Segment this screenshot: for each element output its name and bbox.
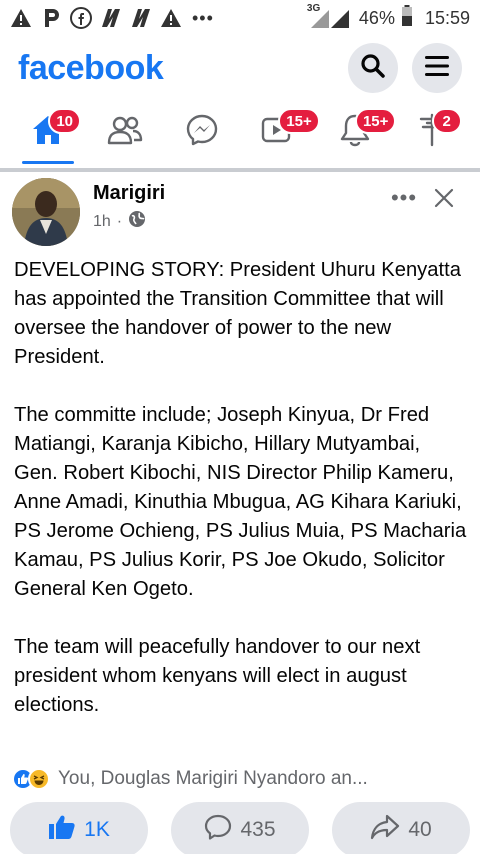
post-time[interactable]: 1h	[93, 213, 111, 231]
avatar[interactable]	[12, 178, 80, 246]
reaction-icons	[12, 768, 50, 790]
tab-friends[interactable]	[95, 104, 155, 160]
watch-badge: 15+	[278, 108, 320, 134]
post-header: Marigiri 1h · •••	[0, 172, 480, 250]
news-icon	[100, 7, 122, 29]
tab-messenger[interactable]	[172, 104, 232, 160]
network-type: 3G	[306, 3, 321, 14]
close-icon	[434, 188, 454, 208]
menu-icon	[424, 55, 450, 82]
post-paragraph: The committe include; Joseph Kinyua, Dr …	[14, 404, 467, 600]
notifications-badge: 15+	[354, 108, 397, 134]
comment-button[interactable]: 435	[171, 802, 309, 854]
tab-marketplace[interactable]: 2	[402, 104, 462, 160]
globe-icon	[128, 210, 146, 233]
facebook-icon	[70, 7, 92, 29]
share-icon	[370, 814, 400, 846]
post-actions: 1K 435 40	[10, 802, 470, 854]
home-badge: 10	[48, 108, 82, 134]
share-button[interactable]: 40	[332, 802, 470, 854]
post-paragraph: The team will peacefully handover to our…	[14, 636, 421, 716]
clock: 15:59	[424, 7, 470, 28]
search-button[interactable]	[348, 43, 398, 93]
like-count: 1K	[84, 818, 110, 841]
marketplace-badge: 2	[431, 108, 462, 134]
app-header: facebook	[0, 36, 480, 100]
reactors-text: You, Douglas Marigiri Nyandoro an...	[58, 768, 368, 789]
tab-notifications[interactable]: 15+	[325, 104, 397, 160]
hide-post-button[interactable]	[432, 186, 456, 210]
signal-icon: 3G	[307, 3, 353, 29]
search-icon	[360, 53, 386, 84]
more-notifications-icon: •••	[192, 7, 214, 28]
tab-watch[interactable]: 15+	[248, 104, 320, 160]
friends-icon	[107, 115, 143, 150]
comment-count: 435	[240, 818, 276, 841]
battery-percent: 46%	[358, 7, 395, 28]
post-text: DEVELOPING STORY: President Uhuru Kenyat…	[14, 256, 469, 720]
reactions-summary[interactable]: You, Douglas Marigiri Nyandoro an...	[12, 764, 472, 794]
post-paragraph: DEVELOPING STORY: President Uhuru Kenyat…	[14, 259, 461, 368]
tab-home[interactable]: 10	[18, 104, 82, 164]
comment-icon	[204, 814, 232, 846]
status-bar: ••• 3G 46% 15:59	[0, 0, 480, 36]
facebook-logo[interactable]: facebook	[18, 49, 164, 88]
p-icon	[40, 7, 62, 29]
status-icons-left: •••	[10, 7, 214, 29]
messenger-icon	[185, 113, 219, 152]
haha-reaction-icon	[28, 768, 50, 790]
alert-icon	[10, 7, 32, 29]
news-icon	[130, 7, 152, 29]
thumbs-up-icon	[48, 814, 76, 846]
like-button[interactable]: 1K	[10, 802, 148, 854]
alert-icon	[160, 7, 182, 29]
post-options-button[interactable]: •••	[388, 185, 420, 210]
share-count: 40	[408, 818, 432, 841]
status-icons-right: 3G 46% 15:59	[307, 3, 470, 32]
header-buttons	[348, 43, 462, 93]
post-author[interactable]: Marigiri	[93, 182, 165, 205]
post-meta: 1h ·	[93, 210, 146, 233]
meta-separator: ·	[116, 212, 123, 230]
nav-tabs: 10 15+ 15+ 2	[0, 100, 480, 164]
battery-icon	[401, 4, 413, 32]
menu-button[interactable]	[412, 43, 462, 93]
